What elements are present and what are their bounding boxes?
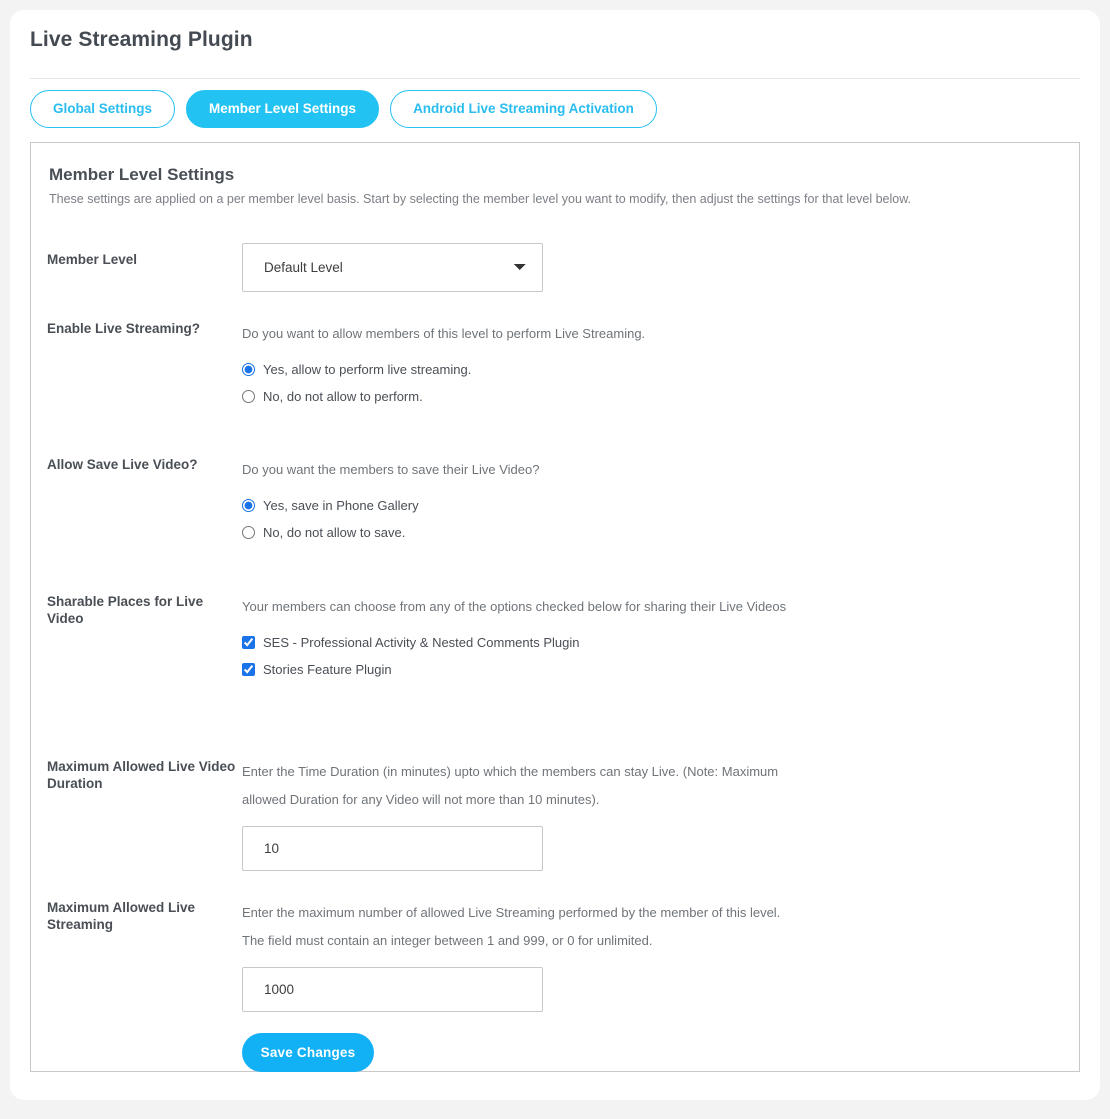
max-live-streaming-input[interactable] (242, 967, 543, 1012)
panel-header: Member Level Settings These settings are… (31, 143, 1079, 206)
enable-live-streaming-label: Enable Live Streaming? (47, 321, 201, 336)
sharable-places-stories-checkbox[interactable] (242, 663, 255, 676)
panel-title: Member Level Settings (49, 165, 235, 184)
allow-save-live-video-yes-radio[interactable] (242, 499, 255, 512)
max-live-streaming-help: Enter the maximum number of allowed Live… (242, 905, 781, 948)
tab-global-settings[interactable]: Global Settings (30, 90, 176, 128)
enable-live-streaming-yes-radio[interactable] (242, 363, 255, 376)
sharable-places-ses-label[interactable]: SES - Professional Activity & Nested Com… (263, 635, 579, 650)
allow-save-live-video-label: Allow Save Live Video? (47, 457, 198, 472)
checkbox-option[interactable]: Stories Feature Plugin (242, 662, 1059, 677)
enable-live-streaming-help: Do you want to allow members of this lev… (242, 326, 646, 341)
radio-option[interactable]: No, do not allow to perform. (242, 389, 1059, 404)
tab-android-live-streaming-activation[interactable]: Android Live Streaming Activation (390, 90, 657, 128)
enable-live-streaming-no-label[interactable]: No, do not allow to perform. (263, 389, 423, 404)
panel-subtitle: These settings are applied on a per memb… (49, 192, 912, 206)
header-divider (30, 78, 1080, 79)
enable-live-streaming-options: Yes, allow to perform live streaming. No… (242, 362, 1059, 404)
allow-save-live-video-no-radio[interactable] (242, 526, 255, 539)
save-changes-button[interactable]: Save Changes (242, 1033, 374, 1072)
allow-save-live-video-no-label[interactable]: No, do not allow to save. (263, 525, 405, 540)
allow-save-live-video-yes-label[interactable]: Yes, save in Phone Gallery (263, 498, 419, 513)
sharable-places-stories-label[interactable]: Stories Feature Plugin (263, 662, 392, 677)
page-card: Live Streaming Plugin Global Settings Me… (10, 10, 1100, 1100)
member-level-select[interactable]: Default Level (242, 243, 543, 292)
checkbox-option[interactable]: SES - Professional Activity & Nested Com… (242, 635, 1059, 650)
max-video-duration-help: Enter the Time Duration (in minutes) upt… (242, 764, 779, 807)
member-level-label: Member Level (47, 252, 138, 267)
radio-option[interactable]: Yes, allow to perform live streaming. (242, 362, 1059, 377)
enable-live-streaming-no-radio[interactable] (242, 390, 255, 403)
radio-option[interactable]: No, do not allow to save. (242, 525, 1059, 540)
enable-live-streaming-yes-label[interactable]: Yes, allow to perform live streaming. (263, 362, 471, 377)
allow-save-live-video-help: Do you want the members to save their Li… (242, 462, 540, 477)
sharable-places-help: Your members can choose from any of the … (242, 599, 787, 614)
sharable-places-label: Sharable Places for Live Video (47, 594, 204, 626)
max-video-duration-input[interactable] (242, 826, 543, 871)
page-title: Live Streaming Plugin (30, 28, 253, 51)
tab-bar: Global Settings Member Level Settings An… (30, 90, 657, 128)
sharable-places-options: SES - Professional Activity & Nested Com… (242, 635, 1059, 677)
tab-member-level-settings[interactable]: Member Level Settings (186, 90, 380, 128)
member-level-settings-panel: Member Level Settings These settings are… (30, 142, 1080, 1072)
allow-save-live-video-options: Yes, save in Phone Gallery No, do not al… (242, 498, 1059, 540)
max-video-duration-label: Maximum Allowed Live Video Duration (47, 759, 236, 791)
sharable-places-ses-checkbox[interactable] (242, 636, 255, 649)
radio-option[interactable]: Yes, save in Phone Gallery (242, 498, 1059, 513)
max-live-streaming-label: Maximum Allowed Live Streaming (47, 900, 196, 932)
